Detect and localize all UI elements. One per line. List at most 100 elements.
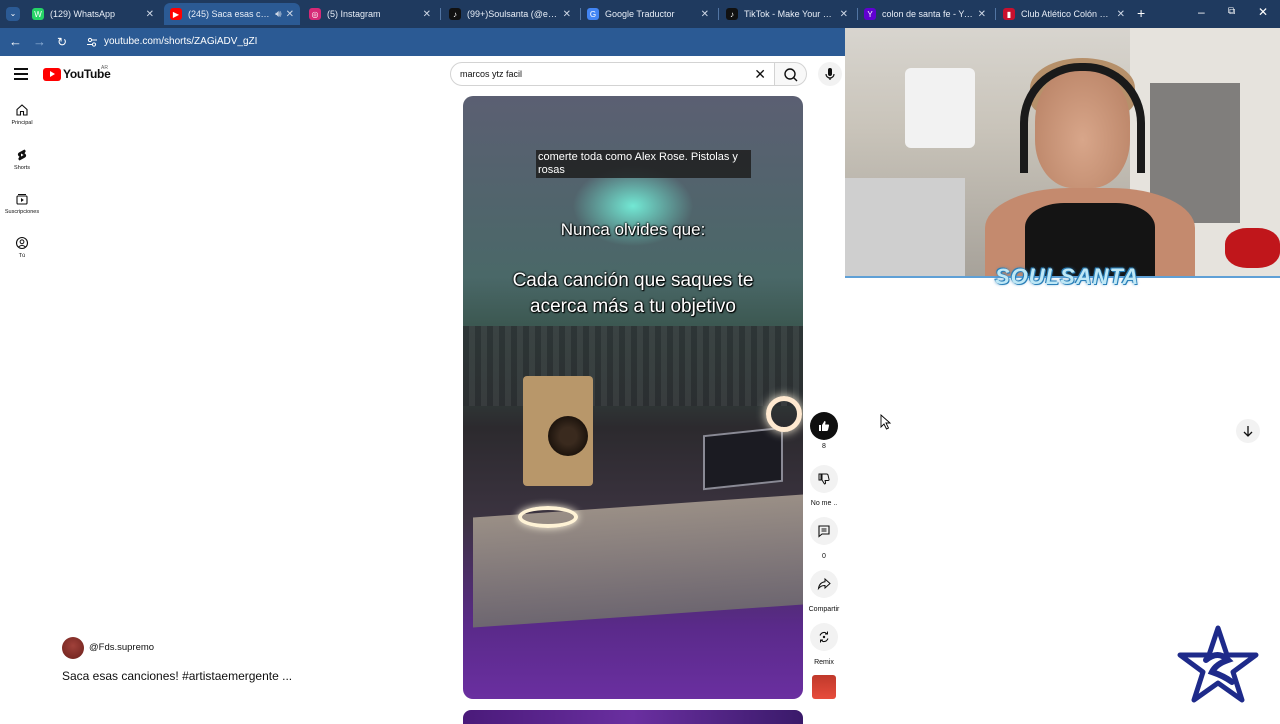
tab-divider: [995, 8, 996, 20]
search-icon: [784, 68, 798, 82]
browser-tab[interactable]: ▮ Club Atlético Colón – Sit ✕: [997, 3, 1131, 25]
search-input[interactable]: marcos ytz facil ✕: [450, 62, 775, 86]
url-field[interactable]: youtube.com/shorts/ZAGiADV_gZI: [104, 36, 257, 47]
tab-search-menu-icon[interactable]: ⌄: [6, 7, 20, 21]
thumbs-up-icon: [819, 421, 830, 431]
nav-label: Principal: [11, 120, 33, 126]
remix-icon: [819, 631, 829, 643]
close-tab-icon[interactable]: ✕: [840, 9, 848, 20]
webcam-overlay: [845, 28, 1280, 278]
nav-item-shorts[interactable]: Shorts: [0, 148, 44, 171]
nav-item-you[interactable]: Tú: [0, 236, 44, 259]
video-scene-speaker: [523, 376, 593, 486]
webcam-headset: [1020, 63, 1145, 173]
forward-icon[interactable]: →: [33, 34, 46, 50]
next-short-preview[interactable]: [463, 710, 803, 724]
voice-search-button[interactable]: [818, 62, 842, 86]
dislike-button[interactable]: No me ..: [806, 465, 842, 507]
browser-tab[interactable]: Y colon de santa fe - Yahoo ✕: [858, 3, 992, 25]
video-scene-laptop: [703, 426, 783, 491]
tab-divider: [440, 8, 441, 20]
browser-tab[interactable]: W (129) WhatsApp ✕: [26, 3, 160, 25]
whatsapp-icon: W: [32, 8, 44, 20]
channel-avatar[interactable]: [62, 637, 84, 659]
close-tab-icon[interactable]: ✕: [978, 9, 986, 20]
wikipedia-icon: ▮: [1003, 8, 1015, 20]
tab-label: Club Atlético Colón – Sit: [1021, 9, 1113, 19]
reload-icon[interactable]: ↻: [57, 34, 67, 50]
new-tab-icon[interactable]: +: [1137, 5, 1145, 21]
microphone-icon: [825, 68, 835, 80]
tab-label: (245) Saca esas canci: [188, 9, 272, 19]
site-info-icon[interactable]: [86, 36, 98, 48]
browser-tab[interactable]: ♪ TikTok - Make Your Day ✕: [720, 3, 854, 25]
comments-button[interactable]: 0: [806, 517, 842, 560]
subscriptions-icon: [16, 194, 28, 205]
clear-search-icon[interactable]: ✕: [754, 66, 766, 83]
like-count: 8: [822, 443, 826, 450]
thumbs-down-icon: [818, 473, 830, 485]
nav-label: Suscripciones: [4, 209, 40, 215]
remix-label: Remix: [814, 659, 834, 666]
short-video-player[interactable]: comerte toda como Alex Rose. Pistolas y …: [463, 96, 803, 699]
youtube-play-icon: [43, 67, 61, 81]
search-value: marcos ytz facil: [460, 69, 523, 79]
channel-avatar-small[interactable]: [812, 675, 836, 699]
browser-tab[interactable]: ◎ (5) Instagram ✕: [303, 3, 437, 25]
close-window-icon[interactable]: ✕: [1258, 5, 1268, 19]
tab-label: (129) WhatsApp: [50, 9, 116, 19]
channel-name[interactable]: @Fds.supremo: [89, 642, 154, 653]
browser-tab[interactable]: ♪ (99+)Soulsanta (@esteba ✕: [443, 3, 577, 25]
short-title[interactable]: Saca esas canciones! #artistaemergente .…: [62, 669, 292, 683]
mouse-cursor-icon: [880, 414, 892, 430]
tiktok-icon: ♪: [449, 8, 461, 20]
streamer-logo-text: SOULSANTA: [995, 264, 1140, 289]
country-code: AR: [101, 65, 108, 71]
webcam-hanging-shirt: [905, 68, 975, 148]
search-button[interactable]: [775, 62, 807, 86]
youtube-icon: ▶: [170, 8, 182, 20]
tiktok-icon: ♪: [726, 8, 738, 20]
remix-button[interactable]: Remix: [806, 623, 842, 666]
webcam-bed: [845, 178, 965, 276]
webcam-red-object: [1225, 228, 1280, 268]
next-short-button[interactable]: [1236, 419, 1260, 443]
speaker-icon[interactable]: 🔊︎: [275, 9, 281, 20]
close-tab-icon[interactable]: ✕: [701, 9, 709, 20]
restore-icon[interactable]: ⧉: [1228, 6, 1235, 17]
menu-icon[interactable]: [14, 68, 28, 80]
browser-tab[interactable]: G Google Traductor ✕: [581, 3, 715, 25]
home-icon: [16, 104, 28, 116]
address-bar-row: ← → ↻ youtube.com/shorts/ZAGiADV_gZI: [0, 28, 846, 56]
comments-count: 0: [822, 553, 826, 560]
close-tab-icon[interactable]: ✕: [423, 9, 431, 20]
close-tab-icon[interactable]: ✕: [1117, 9, 1125, 20]
tab-label: (5) Instagram: [327, 9, 381, 19]
instagram-icon: ◎: [309, 8, 321, 20]
close-tab-icon[interactable]: ✕: [146, 9, 154, 20]
share-label: Compartir: [808, 606, 840, 613]
back-icon[interactable]: ←: [9, 34, 22, 50]
tab-label: (99+)Soulsanta (@esteba: [467, 9, 559, 19]
browser-tab-active[interactable]: ▶ (245) Saca esas canci 🔊︎ ✕: [164, 3, 300, 25]
youtube-logo[interactable]: YouTube AR: [43, 65, 111, 81]
share-button[interactable]: Compartir: [806, 570, 842, 613]
translate-icon: G: [587, 8, 599, 20]
dislike-label: No me ..: [810, 500, 838, 507]
close-tab-icon[interactable]: ✕: [563, 9, 571, 20]
tab-label: Google Traductor: [605, 9, 675, 19]
you-icon: [15, 236, 29, 250]
like-button[interactable]: 8: [806, 412, 842, 450]
video-overlay-text: Cada canción que saques te acerca más a …: [512, 270, 754, 317]
arrow-down-icon: [1243, 426, 1253, 437]
minimize-icon[interactable]: –: [1198, 5, 1205, 19]
nav-item-subscriptions[interactable]: Suscripciones: [0, 192, 44, 215]
share-icon: [817, 577, 831, 591]
tab-label: colon de santa fe - Yahoo: [882, 9, 974, 19]
video-scene-ring-light: [766, 396, 802, 432]
nav-item-home[interactable]: Principal: [0, 103, 44, 126]
browser-tab-strip: ⌄ W (129) WhatsApp ✕ ▶ (245) Saca esas c…: [0, 0, 1280, 28]
close-tab-icon[interactable]: ✕: [286, 9, 294, 20]
comment-icon: [818, 525, 830, 538]
shorts-icon: [17, 149, 27, 161]
